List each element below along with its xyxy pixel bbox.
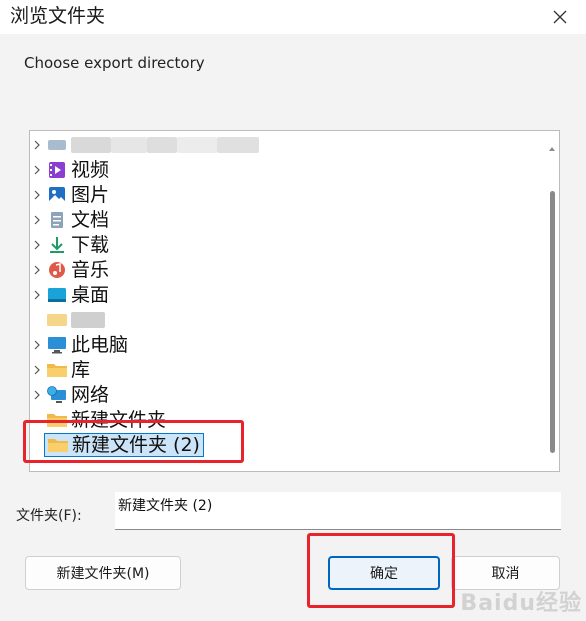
tree-item-downloads[interactable]: 下载	[30, 232, 530, 257]
blurred-drive-icon	[47, 135, 67, 155]
scroll-up-arrow-icon[interactable]	[549, 137, 555, 151]
tree-item-label: 此电脑	[71, 333, 129, 356]
folder-icon	[47, 410, 67, 430]
tree-item-label: 文档	[71, 208, 110, 231]
tree-item-label: 下载	[71, 233, 110, 256]
music-icon	[47, 260, 67, 280]
chevron-right-icon[interactable]	[30, 363, 44, 377]
vertical-scrollbar[interactable]	[549, 137, 555, 465]
chevron-right-icon[interactable]	[30, 163, 44, 177]
library-folder-icon	[47, 360, 67, 380]
close-icon	[553, 10, 567, 24]
documents-icon	[47, 210, 67, 230]
tree-item-new-folder-2[interactable]: 新建文件夹 (2)	[30, 432, 530, 457]
chevron-right-icon[interactable]	[30, 288, 44, 302]
dialog-description: Choose export directory	[24, 54, 205, 72]
chevron-right-icon[interactable]	[30, 388, 44, 402]
computer-icon	[47, 335, 67, 355]
desktop-icon	[47, 285, 67, 305]
tree-item-label: 音乐	[71, 258, 110, 281]
tree-item-label: 新建文件夹 (2)	[72, 433, 200, 456]
tree-item-label: 桌面	[71, 283, 110, 306]
tree-item-pictures[interactable]: 图片	[30, 182, 530, 207]
download-icon	[47, 235, 67, 255]
tree-item-label: 网络	[71, 383, 110, 406]
tree-item-label: 库	[71, 358, 91, 381]
tree-item-label: 图片	[71, 183, 110, 206]
folder-name-input[interactable]	[115, 492, 561, 530]
folder-icon	[48, 435, 68, 455]
blurred-label	[71, 136, 259, 153]
chevron-right-icon[interactable]	[30, 238, 44, 252]
window-title: 浏览文件夹	[10, 5, 106, 27]
tree-item-videos[interactable]: 视频	[30, 157, 530, 182]
title-bar: 浏览文件夹	[0, 0, 586, 34]
chevron-right-icon[interactable]	[30, 213, 44, 227]
blurred-label	[71, 311, 105, 328]
chevron-right-icon[interactable]	[30, 188, 44, 202]
browse-folder-dialog: 浏览文件夹 Choose export directory 视频 图片 文档 下…	[0, 0, 586, 621]
tree-item-this-pc[interactable]: 此电脑	[30, 332, 530, 357]
blurred-folder-icon	[47, 310, 67, 330]
tree-item-blurred[interactable]	[30, 132, 530, 157]
tree-item-label: 视频	[71, 158, 110, 181]
ok-button[interactable]: 确定	[328, 556, 440, 590]
new-folder-button[interactable]: 新建文件夹(M)	[25, 556, 181, 590]
pictures-icon	[47, 185, 67, 205]
tree-item-blurred-folder[interactable]	[30, 307, 530, 332]
network-icon	[47, 385, 67, 405]
chevron-right-icon[interactable]	[30, 263, 44, 277]
folder-tree[interactable]: 视频 图片 文档 下载 音乐 桌面 此电脑 库 网络 新建文件夹 新建文件夹 (…	[29, 130, 560, 472]
scrollbar-thumb[interactable]	[550, 191, 555, 453]
selected-node[interactable]: 新建文件夹 (2)	[44, 432, 204, 457]
tree-item-music[interactable]: 音乐	[30, 257, 530, 282]
tree-item-new-folder[interactable]: 新建文件夹	[30, 407, 530, 432]
video-icon	[47, 160, 67, 180]
chevron-right-icon[interactable]	[30, 138, 44, 152]
close-button[interactable]	[542, 2, 578, 32]
tree-item-desktop[interactable]: 桌面	[30, 282, 530, 307]
tree-item-library[interactable]: 库	[30, 357, 530, 382]
tree-item-documents[interactable]: 文档	[30, 207, 530, 232]
tree-item-label: 新建文件夹	[71, 408, 167, 431]
folder-field-label: 文件夹(F):	[16, 508, 82, 524]
cancel-button[interactable]: 取消	[451, 556, 560, 590]
chevron-right-icon[interactable]	[30, 338, 44, 352]
tree-item-network[interactable]: 网络	[30, 382, 530, 407]
